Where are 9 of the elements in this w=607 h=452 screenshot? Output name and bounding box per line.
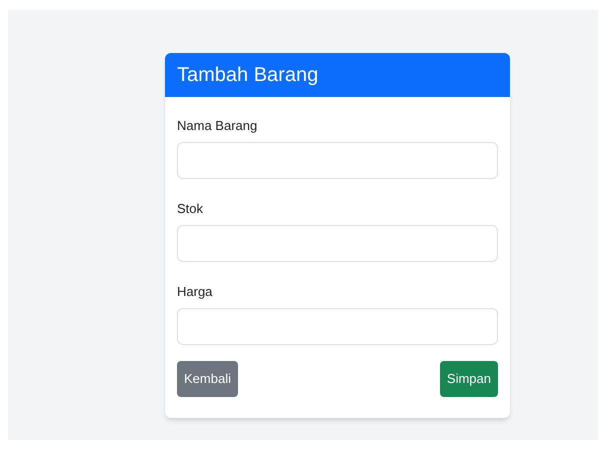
field-label: Stok [177,200,204,218]
field-label: Nama Barang [177,117,258,135]
input-field[interactable] [177,308,498,345]
field-label: Harga [177,283,214,301]
input-field[interactable] [177,225,498,262]
input-field[interactable] [177,142,498,179]
back-button[interactable]: Kembali [177,361,238,397]
card-title: Tambah Barang [177,63,318,88]
save-button[interactable]: Simpan [440,361,498,397]
